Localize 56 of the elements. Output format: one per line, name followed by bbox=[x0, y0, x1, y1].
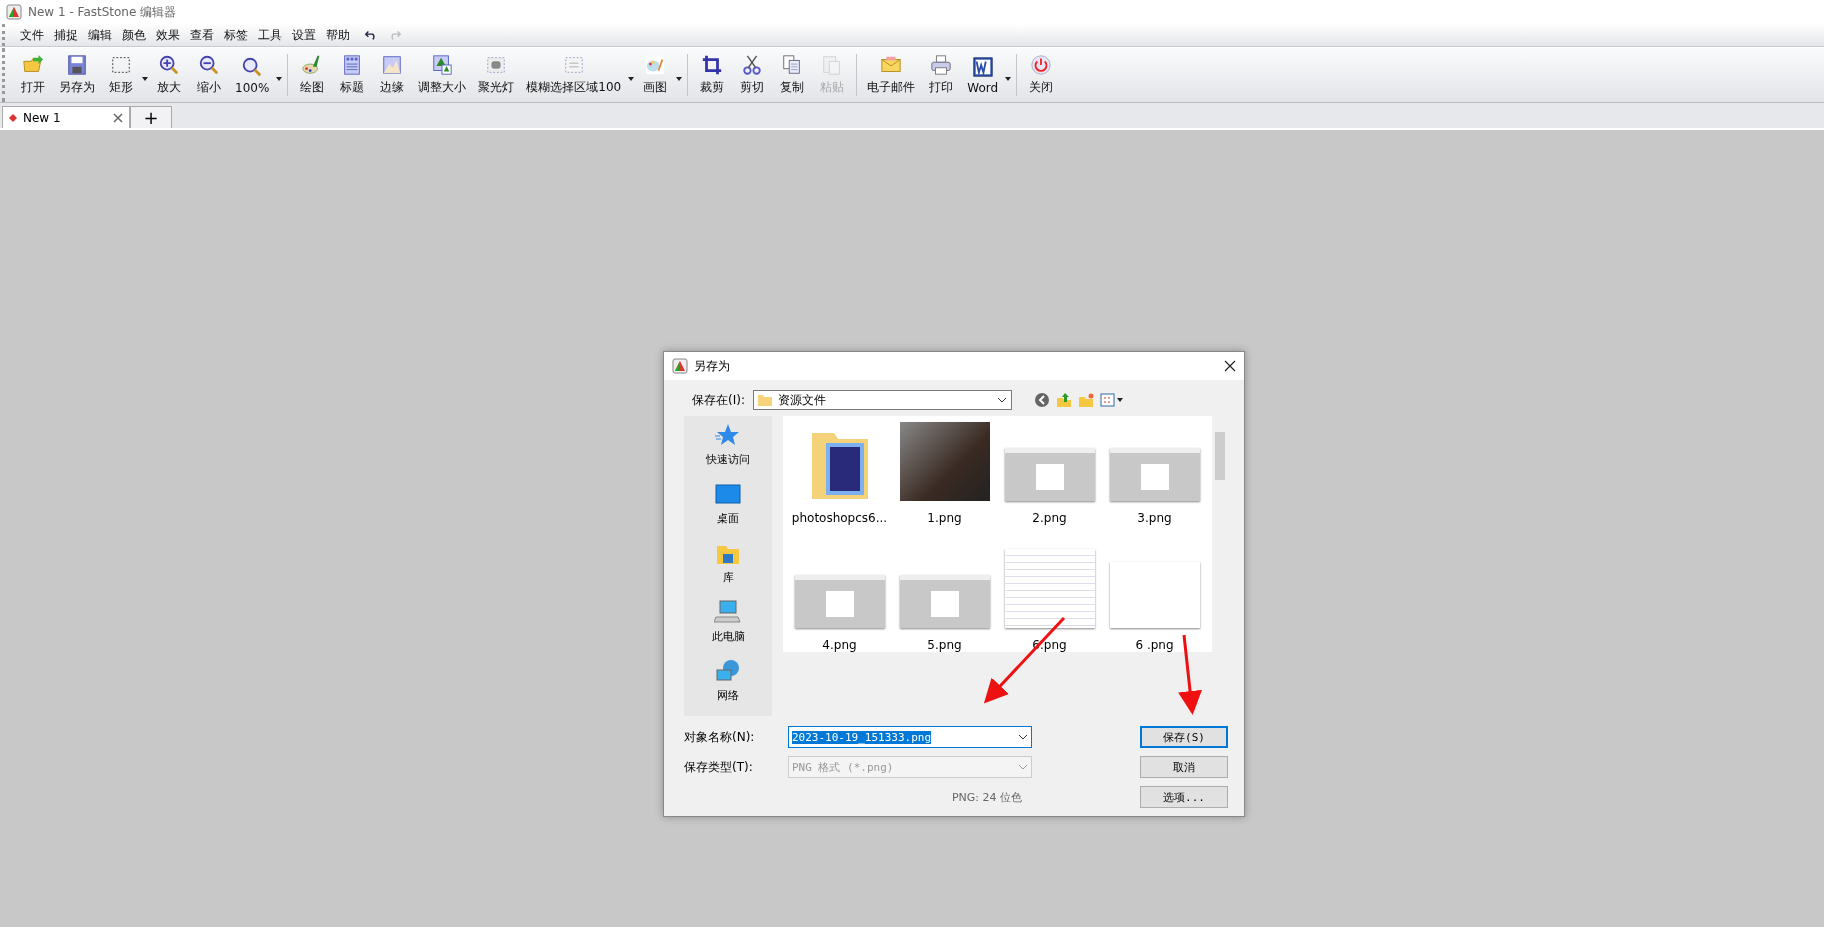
file-item[interactable]: 4.png bbox=[787, 549, 892, 652]
place-item[interactable]: 快速访问 bbox=[706, 422, 750, 467]
toolbar-button[interactable]: 边缘 bbox=[372, 54, 413, 96]
menu-item[interactable]: 文件 bbox=[15, 24, 49, 46]
place-item[interactable]: 库 bbox=[714, 540, 742, 585]
toolbar-button[interactable]: 调整大小 bbox=[412, 54, 473, 96]
field-label: 保存类型(T): bbox=[684, 758, 754, 776]
toolbar-button[interactable]: 电子邮件 bbox=[861, 54, 922, 96]
menu-item[interactable]: 效果 bbox=[151, 24, 185, 46]
menu-item[interactable]: 颜色 bbox=[117, 24, 151, 46]
folder-dropdown[interactable]: 资源文件 bbox=[752, 390, 1012, 410]
document-tab[interactable]: New 1 bbox=[2, 106, 130, 128]
save-button[interactable]: 保存(S) bbox=[1140, 726, 1228, 748]
place-item[interactable]: 桌面 bbox=[714, 481, 742, 526]
toolbar-button[interactable]: Word bbox=[961, 55, 1005, 95]
place-item[interactable]: 此电脑 bbox=[711, 599, 745, 644]
menu-item[interactable]: 设置 bbox=[287, 24, 321, 46]
toolbar-button[interactable]: 放大 bbox=[149, 54, 189, 96]
cancel-button[interactable]: 取消 bbox=[1140, 756, 1228, 778]
menu-item[interactable]: 查看 bbox=[185, 24, 219, 46]
toolbar-button[interactable]: 缩小 bbox=[189, 54, 229, 96]
toolbar-button[interactable]: 打开 bbox=[13, 54, 53, 96]
toolbar-button[interactable]: 标题 bbox=[332, 54, 373, 96]
file-item[interactable]: 5.png bbox=[892, 549, 997, 652]
file-item[interactable]: 1.png bbox=[892, 422, 997, 525]
window-title: New 1 - FastStone 编辑器 bbox=[28, 3, 177, 21]
toolbar-button[interactable]: 模糊选择区域100 bbox=[520, 54, 628, 96]
file-item[interactable]: photoshopcs6... bbox=[787, 422, 892, 525]
menu-item[interactable]: 标签 bbox=[219, 24, 253, 46]
toolbar-button[interactable]: 画图 bbox=[635, 54, 676, 96]
menu-item[interactable]: 编辑 bbox=[83, 24, 117, 46]
menu-item[interactable]: 帮助 bbox=[321, 24, 355, 46]
field-label: 对象名称(N): bbox=[684, 728, 756, 746]
toolbar-button[interactable]: 关闭 bbox=[1021, 54, 1062, 96]
toolbar-button[interactable]: 绘图 bbox=[292, 54, 333, 96]
new-tab-button[interactable]: + bbox=[130, 106, 172, 128]
place-item[interactable]: 网络 bbox=[714, 658, 742, 703]
tab-label: New 1 bbox=[23, 110, 61, 125]
file-item[interactable]: 3.png bbox=[1102, 422, 1207, 525]
field-label: 保存在(I): bbox=[692, 391, 745, 409]
color-depth-text: PNG: 24 位色 bbox=[951, 789, 1022, 805]
toolbar-button[interactable]: 剪切 bbox=[732, 54, 773, 96]
toolbar-button[interactable]: 裁剪 bbox=[692, 54, 733, 96]
filename-field[interactable]: 2023-10-19_151333.png bbox=[788, 726, 1032, 748]
file-item[interactable]: 6 .png bbox=[1102, 549, 1207, 652]
toolbar-button[interactable]: 聚光灯 bbox=[472, 54, 521, 96]
menu-item[interactable]: 工具 bbox=[253, 24, 287, 46]
toolbar-button[interactable]: 100% bbox=[229, 55, 276, 95]
menu-item[interactable]: 捕捉 bbox=[49, 24, 83, 46]
toolbar-button[interactable]: 复制 bbox=[772, 54, 813, 96]
toolbar-button[interactable]: 打印 bbox=[921, 54, 962, 96]
dialog-title: 另存为 bbox=[694, 357, 730, 375]
file-item[interactable]: 2.png bbox=[997, 422, 1102, 525]
toolbar-button[interactable]: 另存为 bbox=[53, 54, 101, 96]
options-button[interactable]: 选项... bbox=[1140, 786, 1228, 808]
toolbar-button[interactable]: 矩形 bbox=[101, 54, 141, 96]
